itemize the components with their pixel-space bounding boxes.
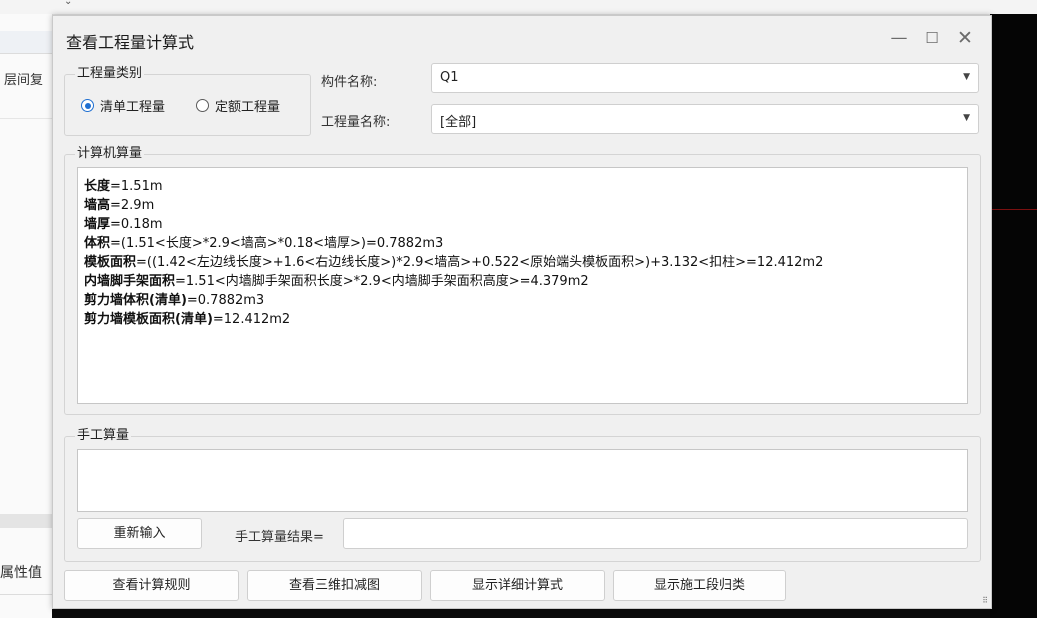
radio-quota-quantity-label: 定额工程量 [215,100,281,115]
computer-calc-textarea[interactable]: 长度=1.51m 墙高=2.9m 墙厚=0.18m 体积=(1.51<长度>*2.9<… [77,167,968,404]
divider [0,594,52,595]
calc-line-value: =0.18m [110,217,163,232]
calc-line: 剪力墙模板面积(清单)=12.412m2 [84,310,823,329]
calc-line-key: 剪力墙体积(清单) [84,293,187,308]
calc-line-value: =0.7882m3 [186,293,265,308]
calc-line-key: 墙厚 [84,217,111,232]
radio-bill-quantity-label: 清单工程量 [100,100,166,115]
component-name-value: Q1 [440,70,459,85]
calc-line: 内墙脚手架面积=1.51<内墙脚手架面积长度>*2.9<内墙脚手架面积高度>=4… [84,272,823,291]
manual-calc-legend: 手工算量 [75,428,132,444]
dropdown-arrow-icon: ▼ [963,72,970,82]
reenter-button[interactable]: 重新输入 [77,518,202,549]
view-calc-rules-button[interactable]: 查看计算规则 [64,570,239,601]
calc-line-key: 墙高 [84,198,111,213]
app-toolbar-strip: ⌄ [0,0,1037,15]
left-panel: 层间复 属性值 [0,14,53,618]
component-name-select[interactable]: Q1 ▼ [431,63,979,93]
minimize-icon[interactable]: — [886,25,912,51]
dialog-title: 查看工程量计算式 [66,33,195,52]
manual-calc-textarea[interactable] [77,449,968,512]
quantity-formula-dialog: 查看工程量计算式 — ☐ ✕ 工程量类别 清单工程量 定额工程量 构件名称: Q… [52,15,992,609]
component-name-label: 构件名称: [321,75,378,90]
show-stage-classify-button[interactable]: 显示施工段归类 [613,570,786,601]
quantity-name-label: 工程量名称: [321,115,391,130]
quantity-name-value: [全部] [440,115,477,130]
dropdown-arrow-icon: ▼ [963,113,970,123]
calc-line: 模板面积=((1.42<左边线长度>+1.6<右边线长度>)*2.9<墙高>+0… [84,253,823,272]
calc-line-key: 内墙脚手架面积 [84,274,176,289]
floor-copy-tab[interactable]: 层间复 [4,69,43,88]
calc-line: 体积=(1.51<长度>*2.9<墙高>*0.18<墙厚>)=0.7882m3 [84,234,823,253]
radio-bill-quantity[interactable]: 清单工程量 [81,96,165,115]
calc-line-value: =2.9m [110,198,155,213]
radio-quota-quantity[interactable]: 定额工程量 [196,96,280,115]
calc-line-value: =(1.51<长度>*2.9<墙高>*0.18<墙厚>)=0.7882m3 [110,236,444,251]
manual-result-label: 手工算量结果= [235,530,324,545]
quantity-name-select[interactable]: [全部] ▼ [431,104,979,134]
calc-line: 长度=1.51m [84,177,823,196]
calc-line-key: 长度 [84,179,111,194]
calc-line: 墙厚=0.18m [84,215,823,234]
property-value-header: 属性值 [0,565,42,581]
canvas-axis-line [990,209,1037,210]
show-detailed-formula-button[interactable]: 显示详细计算式 [430,570,605,601]
computer-calc-legend: 计算机算量 [75,146,145,162]
calc-line: 墙高=2.9m [84,196,823,215]
dialog-titlebar[interactable]: 查看工程量计算式 — ☐ ✕ [53,16,991,62]
radio-unchecked-icon[interactable] [196,99,209,112]
drawing-canvas[interactable] [990,14,1037,618]
drawing-canvas-bottom [52,608,990,618]
calc-line-value: =((1.42<左边线长度>+1.6<右边线长度>)*2.9<墙高>+0.522… [136,255,824,270]
calc-line-value: =1.51m [110,179,163,194]
quantity-type-legend: 工程量类别 [75,66,145,82]
chevron-down-icon[interactable]: ⌄ [64,0,72,7]
calc-line: 剪力墙体积(清单)=0.7882m3 [84,291,823,310]
calc-line-key: 模板面积 [84,255,137,270]
manual-calc-group: 手工算量 重新输入 手工算量结果= [64,428,981,562]
view-3d-deduction-button[interactable]: 查看三维扣减图 [247,570,422,601]
calc-line-key: 体积 [84,236,111,251]
panel-splitter[interactable] [0,514,52,528]
calc-line-value: =12.412m2 [212,312,291,327]
calc-formula-list: 长度=1.51m 墙高=2.9m 墙厚=0.18m 体积=(1.51<长度>*2.9<… [84,177,823,329]
close-icon[interactable]: ✕ [952,25,978,51]
resize-grip-icon[interactable]: ⠿ [982,596,988,605]
radio-checked-icon[interactable] [81,99,94,112]
quantity-type-group: 工程量类别 清单工程量 定额工程量 [64,66,311,136]
left-panel-tabstrip [0,31,52,54]
calc-line-value: =1.51<内墙脚手架面积长度>*2.9<内墙脚手架面积高度>=4.379m2 [175,274,589,289]
divider [0,118,52,119]
manual-result-input[interactable] [343,518,968,549]
maximize-icon[interactable]: ☐ [919,25,945,51]
computer-calc-group: 计算机算量 长度=1.51m 墙高=2.9m 墙厚=0.18m 体积=(1.51<长度… [64,146,981,415]
calc-line-key: 剪力墙模板面积(清单) [84,312,213,327]
